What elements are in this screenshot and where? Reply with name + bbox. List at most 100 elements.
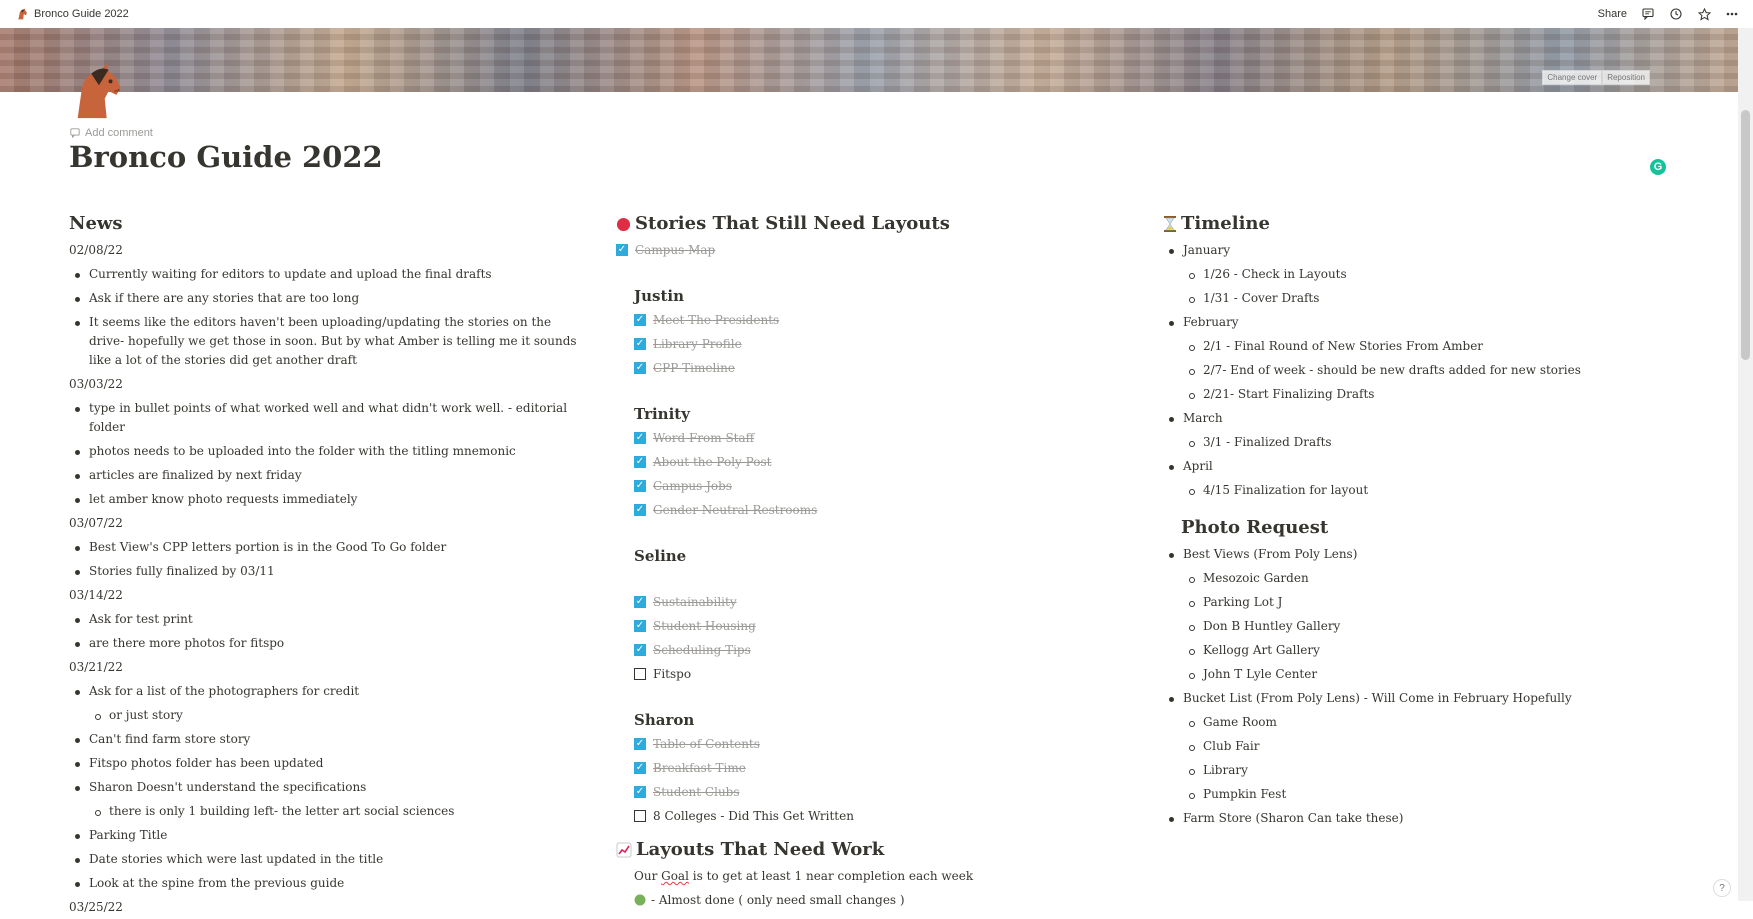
list-item[interactable]: February xyxy=(1163,310,1723,334)
news-list-item[interactable]: Parking Title xyxy=(69,823,579,847)
todo-item[interactable]: About the Poly Post xyxy=(616,450,1116,474)
todo-item[interactable]: Meet The Presidents xyxy=(616,308,1116,332)
list-item[interactable]: Don B Huntley Gallery xyxy=(1163,614,1723,638)
news-heading[interactable]: News xyxy=(69,210,579,238)
checked-checkbox-icon[interactable] xyxy=(634,504,646,516)
list-item[interactable]: Pumpkin Fest xyxy=(1163,782,1723,806)
section-heading[interactable]: Justin xyxy=(616,284,1116,308)
todo-item[interactable]: Gender Neutral Restrooms xyxy=(616,498,1116,522)
list-item[interactable]: January xyxy=(1163,238,1723,262)
grammarly-icon[interactable]: G xyxy=(1650,159,1666,175)
todo-item[interactable]: CPP Timeline xyxy=(616,356,1116,380)
reposition-button[interactable]: Reposition xyxy=(1602,70,1650,85)
list-item[interactable]: Club Fair xyxy=(1163,734,1723,758)
news-list-item[interactable]: Ask for test print xyxy=(69,607,579,631)
breadcrumb[interactable]: Bronco Guide 2022 xyxy=(16,8,129,20)
list-item[interactable]: 1/26 - Check in Layouts xyxy=(1163,262,1723,286)
news-list-item[interactable]: Currently waiting for editors to update … xyxy=(69,262,579,286)
list-item[interactable]: 2/1 - Final Round of New Stories From Am… xyxy=(1163,334,1723,358)
horse-icon[interactable] xyxy=(68,62,126,120)
todo-item[interactable]: Library Profile xyxy=(616,332,1116,356)
news-list-item[interactable]: Ask for a list of the photographers for … xyxy=(69,679,579,703)
list-item[interactable]: 2/21- Start Finalizing Drafts xyxy=(1163,382,1723,406)
news-list-item[interactable]: articles are finalized by next friday xyxy=(69,463,579,487)
todo-item[interactable]: Fitspo xyxy=(616,662,1116,686)
news-list-item[interactable]: Ask if there are any stories that are to… xyxy=(69,286,579,310)
stories-heading[interactable]: Stories That Still Need Layouts xyxy=(616,210,1116,238)
unchecked-checkbox-icon[interactable] xyxy=(634,668,646,680)
list-item[interactable]: Parking Lot J xyxy=(1163,590,1723,614)
list-item[interactable]: Kellogg Art Gallery xyxy=(1163,638,1723,662)
todo-item[interactable]: Word From Staff xyxy=(616,426,1116,450)
photo-request-heading[interactable]: Photo Request xyxy=(1163,514,1723,542)
news-date[interactable]: 02/08/22 xyxy=(69,238,579,262)
list-item[interactable]: 3/1 - Finalized Drafts xyxy=(1163,430,1723,454)
section-heading[interactable]: Trinity xyxy=(616,402,1116,426)
clock-icon[interactable] xyxy=(1669,7,1683,21)
todo-item[interactable]: Breakfast Time xyxy=(616,756,1116,780)
checked-checkbox-icon[interactable] xyxy=(634,596,646,608)
news-list-item[interactable]: It seems like the editors haven't been u… xyxy=(69,310,579,372)
checked-checkbox-icon[interactable] xyxy=(634,786,646,798)
layouts-goal[interactable]: Our Goal is to get at least 1 near compl… xyxy=(616,864,1116,888)
unchecked-checkbox-icon[interactable] xyxy=(634,810,646,822)
news-list-item[interactable]: Date stories which were last updated in … xyxy=(69,847,579,871)
checked-checkbox-icon[interactable] xyxy=(634,338,646,350)
todo-item[interactable]: 8 Colleges - Did This Get Written xyxy=(616,804,1116,828)
list-item[interactable]: Bucket List (From Poly Lens) - Will Come… xyxy=(1163,686,1723,710)
add-comment-button[interactable]: Add comment xyxy=(70,127,153,139)
news-list-item[interactable]: there is only 1 building left- the lette… xyxy=(69,799,579,823)
news-list-item[interactable]: are there more photos for fitspo xyxy=(69,631,579,655)
section-heading[interactable]: Seline xyxy=(616,544,1116,568)
todo-item[interactable]: Student Clubs xyxy=(616,780,1116,804)
checked-checkbox-icon[interactable] xyxy=(634,362,646,374)
list-item[interactable]: April xyxy=(1163,454,1723,478)
news-list-item[interactable]: Best View's CPP letters portion is in th… xyxy=(69,535,579,559)
timeline-heading[interactable]: Timeline xyxy=(1163,210,1723,238)
news-date[interactable]: 03/21/22 xyxy=(69,655,579,679)
todo-item[interactable]: Campus Map xyxy=(616,238,1116,262)
news-list-item[interactable]: or just story xyxy=(69,703,579,727)
todo-item[interactable]: Sustainability xyxy=(616,590,1116,614)
layouts-legend-item[interactable]: - Almost done ( only need small changes … xyxy=(616,888,1116,912)
scrollbar-thumb[interactable] xyxy=(1741,110,1750,360)
todo-item[interactable]: Campus Jobs xyxy=(616,474,1116,498)
list-item[interactable]: John T Lyle Center xyxy=(1163,662,1723,686)
checked-checkbox-icon[interactable] xyxy=(634,620,646,632)
news-list-item[interactable]: Stories fully finalized by 03/11 xyxy=(69,559,579,583)
section-heading[interactable]: Sharon xyxy=(616,708,1116,732)
news-date[interactable]: 03/03/22 xyxy=(69,372,579,396)
checked-checkbox-icon[interactable] xyxy=(616,244,628,256)
news-list-item[interactable]: photos needs to be uploaded into the fol… xyxy=(69,439,579,463)
news-list-item[interactable]: Can't find farm store story xyxy=(69,727,579,751)
news-date[interactable]: 03/25/22 xyxy=(69,895,579,919)
more-icon[interactable] xyxy=(1725,7,1739,21)
news-list-item[interactable]: type in bullet points of what worked wel… xyxy=(69,396,579,439)
page-title[interactable]: Bronco Guide 2022 xyxy=(69,140,383,174)
list-item[interactable]: Best Views (From Poly Lens) xyxy=(1163,542,1723,566)
list-item[interactable]: March xyxy=(1163,406,1723,430)
todo-item[interactable]: Table of Contents xyxy=(616,732,1116,756)
change-cover-button[interactable]: Change cover xyxy=(1542,70,1603,85)
todo-item[interactable]: Student Housing xyxy=(616,614,1116,638)
news-list-item[interactable]: Look at the spine from the previous guid… xyxy=(69,871,579,895)
layouts-heading[interactable]: Layouts That Need Work xyxy=(616,836,1116,864)
checked-checkbox-icon[interactable] xyxy=(634,314,646,326)
checked-checkbox-icon[interactable] xyxy=(634,432,646,444)
checked-checkbox-icon[interactable] xyxy=(634,456,646,468)
list-item[interactable]: 4/15 Finalization for layout xyxy=(1163,478,1723,502)
list-item[interactable]: Library xyxy=(1163,758,1723,782)
share-button[interactable]: Share xyxy=(1598,8,1627,20)
checked-checkbox-icon[interactable] xyxy=(634,644,646,656)
checked-checkbox-icon[interactable] xyxy=(634,762,646,774)
checked-checkbox-icon[interactable] xyxy=(634,480,646,492)
news-date[interactable]: 03/14/22 xyxy=(69,583,579,607)
news-list-item[interactable]: Sharon Doesn't understand the specificat… xyxy=(69,775,579,799)
list-item[interactable]: 1/31 - Cover Drafts xyxy=(1163,286,1723,310)
list-item[interactable]: 2/7- End of week - should be new drafts … xyxy=(1163,358,1723,382)
todo-item[interactable]: Scheduling Tips xyxy=(616,638,1116,662)
help-button[interactable]: ? xyxy=(1713,879,1731,897)
list-item[interactable]: Game Room xyxy=(1163,710,1723,734)
list-item[interactable]: Mesozoic Garden xyxy=(1163,566,1723,590)
list-item[interactable]: Farm Store (Sharon Can take these) xyxy=(1163,806,1723,830)
